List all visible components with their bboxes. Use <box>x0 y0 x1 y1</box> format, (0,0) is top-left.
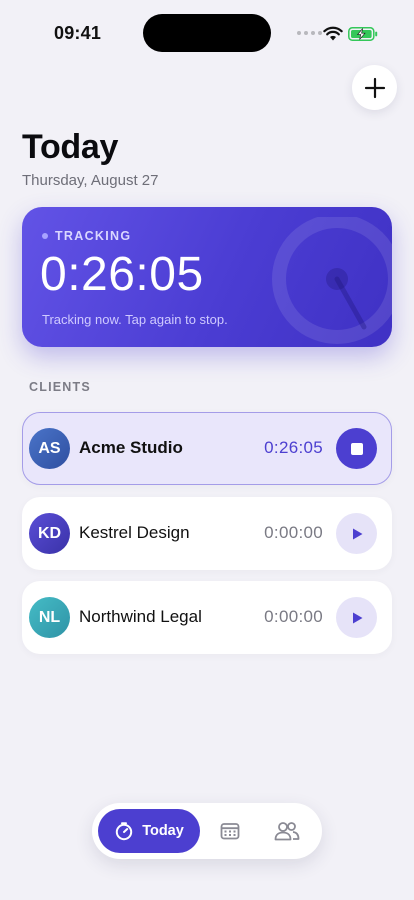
calendar-icon <box>220 823 240 840</box>
client-time: 0:00:00 <box>264 523 323 542</box>
clients-section-label: CLIENTS <box>29 380 91 394</box>
client-row-acme-studio[interactable]: AS Acme Studio 0:26:05 <box>22 412 392 485</box>
people-icon <box>274 822 300 841</box>
tab-today[interactable]: Today <box>98 809 200 853</box>
status-bar: 09:41 <box>0 0 414 60</box>
stopwatch-watermark-icon <box>272 217 392 344</box>
play-button[interactable] <box>336 597 377 638</box>
stop-icon <box>350 442 363 455</box>
plus-icon <box>364 77 385 98</box>
client-name: Kestrel Design <box>79 523 190 542</box>
play-icon <box>352 528 362 539</box>
client-time: 0:00:00 <box>264 607 323 626</box>
client-row-northwind-legal[interactable]: NL Northwind Legal 0:00:00 <box>22 581 392 654</box>
avatar: NL <box>29 597 70 638</box>
stop-button[interactable] <box>336 428 377 469</box>
avatar: KD <box>29 513 70 554</box>
tracking-dot <box>42 233 48 239</box>
tracking-timer: 0:26:05 <box>40 248 204 301</box>
client-time: 0:26:05 <box>264 438 323 457</box>
battery-charging-icon <box>348 27 378 41</box>
page-date: Thursday, August 27 <box>22 172 159 189</box>
add-client-button[interactable] <box>352 65 397 110</box>
tab-bar: Today <box>92 803 322 859</box>
page-title: Today <box>22 128 119 166</box>
client-row-kestrel-design[interactable]: KD Kestrel Design 0:00:00 <box>22 497 392 570</box>
dynamic-island <box>143 14 271 52</box>
avatar: AS <box>29 428 70 469</box>
play-button[interactable] <box>336 513 377 554</box>
tab-calendar[interactable] <box>216 817 244 845</box>
tracking-label-text: TRACKING <box>55 229 132 243</box>
status-time: 09:41 <box>54 23 102 43</box>
tab-clients[interactable] <box>273 817 301 845</box>
wifi-icon <box>323 26 343 41</box>
tab-today-label: Today <box>142 823 184 839</box>
timer-icon <box>115 822 133 841</box>
tracking-card[interactable]: TRACKING 0:26:05 Tracking now. Tap again… <box>22 207 392 347</box>
tracking-label: TRACKING <box>42 229 131 243</box>
client-name: Acme Studio <box>79 438 183 457</box>
play-icon <box>352 612 362 623</box>
cellular-signal-icon <box>297 31 322 35</box>
tracking-hint: Tracking now. Tap again to stop. <box>42 312 228 327</box>
client-name: Northwind Legal <box>79 607 202 626</box>
